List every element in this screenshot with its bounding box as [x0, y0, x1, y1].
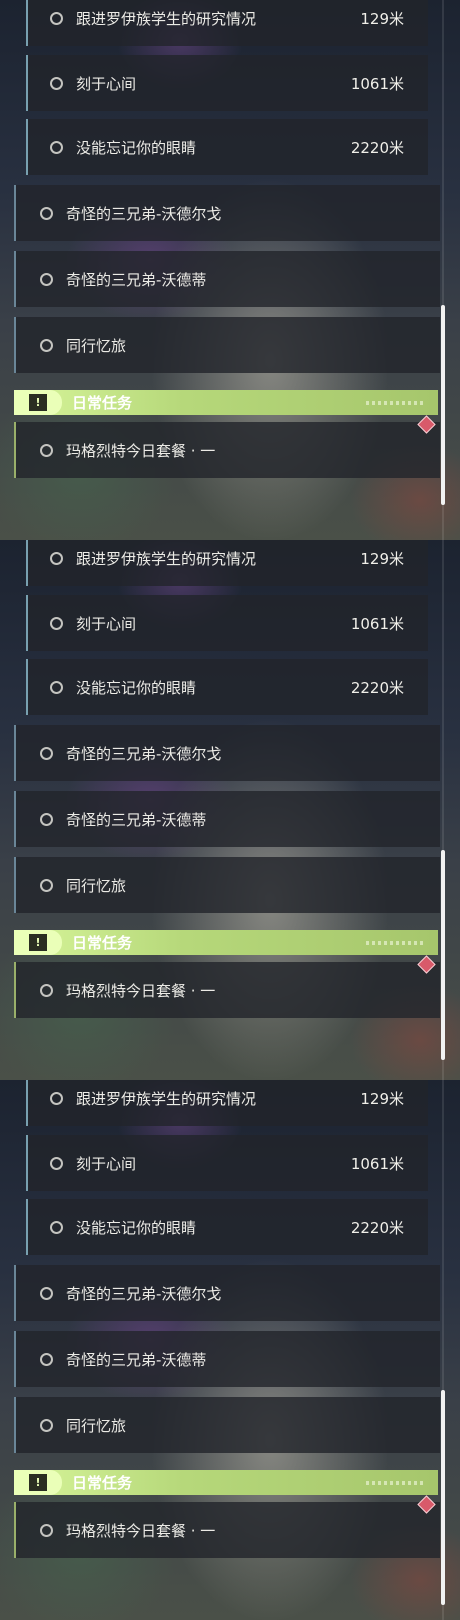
- quest-title: 同行忆旅: [66, 336, 127, 355]
- quest-title: 刻于心间: [76, 614, 137, 633]
- panel: 跟进罗伊族学生的研究情况 129米 刻于心间 1061米 没能忘记你的眼睛 2220米…: [0, 540, 460, 1080]
- circle-outline-icon: [40, 443, 53, 457]
- quest-item[interactable]: 跟进罗伊族学生的研究情况 129米: [26, 0, 428, 46]
- quest-item[interactable]: 没能忘记你的眼睛 2220米: [26, 119, 428, 175]
- circle-outline-icon: [50, 680, 63, 694]
- quest-item[interactable]: 奇怪的三兄弟-沃德尔戈: [14, 725, 440, 781]
- daily-badge: !: [14, 930, 62, 955]
- quest-title: 奇怪的三兄弟-沃德尔戈: [66, 204, 222, 223]
- quest-title: 没能忘记你的眼睛: [76, 678, 197, 697]
- circle-outline-icon: [40, 746, 53, 760]
- quest-item[interactable]: 没能忘记你的眼睛 2220米: [26, 659, 428, 715]
- daily-quest-header[interactable]: ! 日常任务: [14, 1470, 438, 1495]
- circle-outline-icon: [40, 1523, 53, 1537]
- quest-item[interactable]: 没能忘记你的眼睛 2220米: [26, 1199, 428, 1255]
- quest-distance: 2220米: [350, 678, 404, 697]
- circle-outline-icon: [50, 1091, 63, 1105]
- quest-distance: 1061米: [350, 74, 404, 93]
- quest-item[interactable]: 刻于心间 1061米: [26, 1135, 428, 1191]
- quest-distance: 1061米: [350, 1154, 404, 1173]
- quest-title: 奇怪的三兄弟-沃德尔戈: [66, 744, 222, 763]
- header-decoration: [366, 400, 426, 405]
- circle-outline-icon: [50, 551, 63, 565]
- daily-quest-item[interactable]: 玛格烈特今日套餐 · 一: [14, 1502, 440, 1558]
- circle-outline-icon: [50, 616, 63, 630]
- circle-outline-icon: [40, 983, 53, 997]
- header-decoration: [366, 940, 426, 945]
- quest-title: 没能忘记你的眼睛: [76, 138, 197, 157]
- daily-quest-header[interactable]: ! 日常任务: [14, 390, 438, 415]
- quest-item[interactable]: 刻于心间 1061米: [26, 595, 428, 651]
- quest-distance: 2220米: [350, 1218, 404, 1237]
- quest-distance: 129米: [360, 9, 404, 28]
- quest-title: 奇怪的三兄弟-沃德蒂: [66, 1350, 207, 1369]
- quest-item[interactable]: 奇怪的三兄弟-沃德尔戈: [14, 1265, 440, 1321]
- circle-outline-icon: [40, 338, 53, 352]
- quest-item[interactable]: 奇怪的三兄弟-沃德蒂: [14, 251, 440, 307]
- circle-outline-icon: [40, 272, 53, 286]
- quest-distance: 129米: [360, 549, 404, 568]
- quest-title: 跟进罗伊族学生的研究情况: [76, 9, 257, 28]
- circle-outline-icon: [40, 878, 53, 892]
- quest-item[interactable]: 跟进罗伊族学生的研究情况 129米: [26, 1080, 428, 1126]
- quest-distance: 129米: [360, 1089, 404, 1108]
- circle-outline-icon: [50, 76, 63, 90]
- quest-title: 奇怪的三兄弟-沃德蒂: [66, 810, 207, 829]
- panel: 跟进罗伊族学生的研究情况 129米 刻于心间 1061米 没能忘记你的眼睛 2220米…: [0, 0, 460, 540]
- panel: 跟进罗伊族学生的研究情况 129米 刻于心间 1061米 没能忘记你的眼睛 2220米…: [0, 1080, 460, 1620]
- quest-title: 跟进罗伊族学生的研究情况: [76, 549, 257, 568]
- quest-title: 跟进罗伊族学生的研究情况: [76, 1089, 257, 1108]
- exclamation-icon: !: [29, 1474, 47, 1491]
- quest-item[interactable]: 同行忆旅: [14, 317, 440, 373]
- quest-title: 奇怪的三兄弟-沃德蒂: [66, 270, 207, 289]
- scrollbar-thumb[interactable]: [441, 305, 445, 505]
- quest-title: 没能忘记你的眼睛: [76, 1218, 197, 1237]
- quest-distance: 1061米: [350, 614, 404, 633]
- daily-header-title: 日常任务: [72, 1474, 133, 1492]
- quest-title: 刻于心间: [76, 74, 137, 93]
- circle-outline-icon: [50, 11, 63, 25]
- daily-header-title: 日常任务: [72, 394, 133, 412]
- circle-outline-icon: [50, 1220, 63, 1234]
- circle-outline-icon: [50, 1156, 63, 1170]
- quest-item[interactable]: 同行忆旅: [14, 1397, 440, 1453]
- daily-badge: !: [14, 390, 62, 415]
- circle-outline-icon: [40, 1418, 53, 1432]
- quest-title: 刻于心间: [76, 1154, 137, 1173]
- quest-title: 玛格烈特今日套餐 · 一: [66, 1521, 216, 1540]
- quest-item[interactable]: 奇怪的三兄弟-沃德蒂: [14, 791, 440, 847]
- daily-quest-item[interactable]: 玛格烈特今日套餐 · 一: [14, 422, 440, 478]
- circle-outline-icon: [40, 206, 53, 220]
- circle-outline-icon: [50, 140, 63, 154]
- scrollbar-thumb[interactable]: [441, 1390, 445, 1605]
- quest-item[interactable]: 同行忆旅: [14, 857, 440, 913]
- header-decoration: [366, 1480, 426, 1485]
- quest-title: 玛格烈特今日套餐 · 一: [66, 441, 216, 460]
- quest-item[interactable]: 奇怪的三兄弟-沃德蒂: [14, 1331, 440, 1387]
- circle-outline-icon: [40, 812, 53, 826]
- quest-item[interactable]: 跟进罗伊族学生的研究情况 129米: [26, 540, 428, 586]
- scrollbar-thumb[interactable]: [441, 850, 445, 1060]
- daily-badge: !: [14, 1470, 62, 1495]
- daily-quest-item[interactable]: 玛格烈特今日套餐 · 一: [14, 962, 440, 1018]
- exclamation-icon: !: [29, 394, 47, 411]
- quest-title: 玛格烈特今日套餐 · 一: [66, 981, 216, 1000]
- exclamation-icon: !: [29, 934, 47, 951]
- quest-title: 奇怪的三兄弟-沃德尔戈: [66, 1284, 222, 1303]
- quest-title: 同行忆旅: [66, 1416, 127, 1435]
- quest-distance: 2220米: [350, 138, 404, 157]
- quest-title: 同行忆旅: [66, 876, 127, 895]
- quest-item[interactable]: 刻于心间 1061米: [26, 55, 428, 111]
- daily-header-title: 日常任务: [72, 934, 133, 952]
- circle-outline-icon: [40, 1286, 53, 1300]
- daily-quest-header[interactable]: ! 日常任务: [14, 930, 438, 955]
- circle-outline-icon: [40, 1352, 53, 1366]
- quest-item[interactable]: 奇怪的三兄弟-沃德尔戈: [14, 185, 440, 241]
